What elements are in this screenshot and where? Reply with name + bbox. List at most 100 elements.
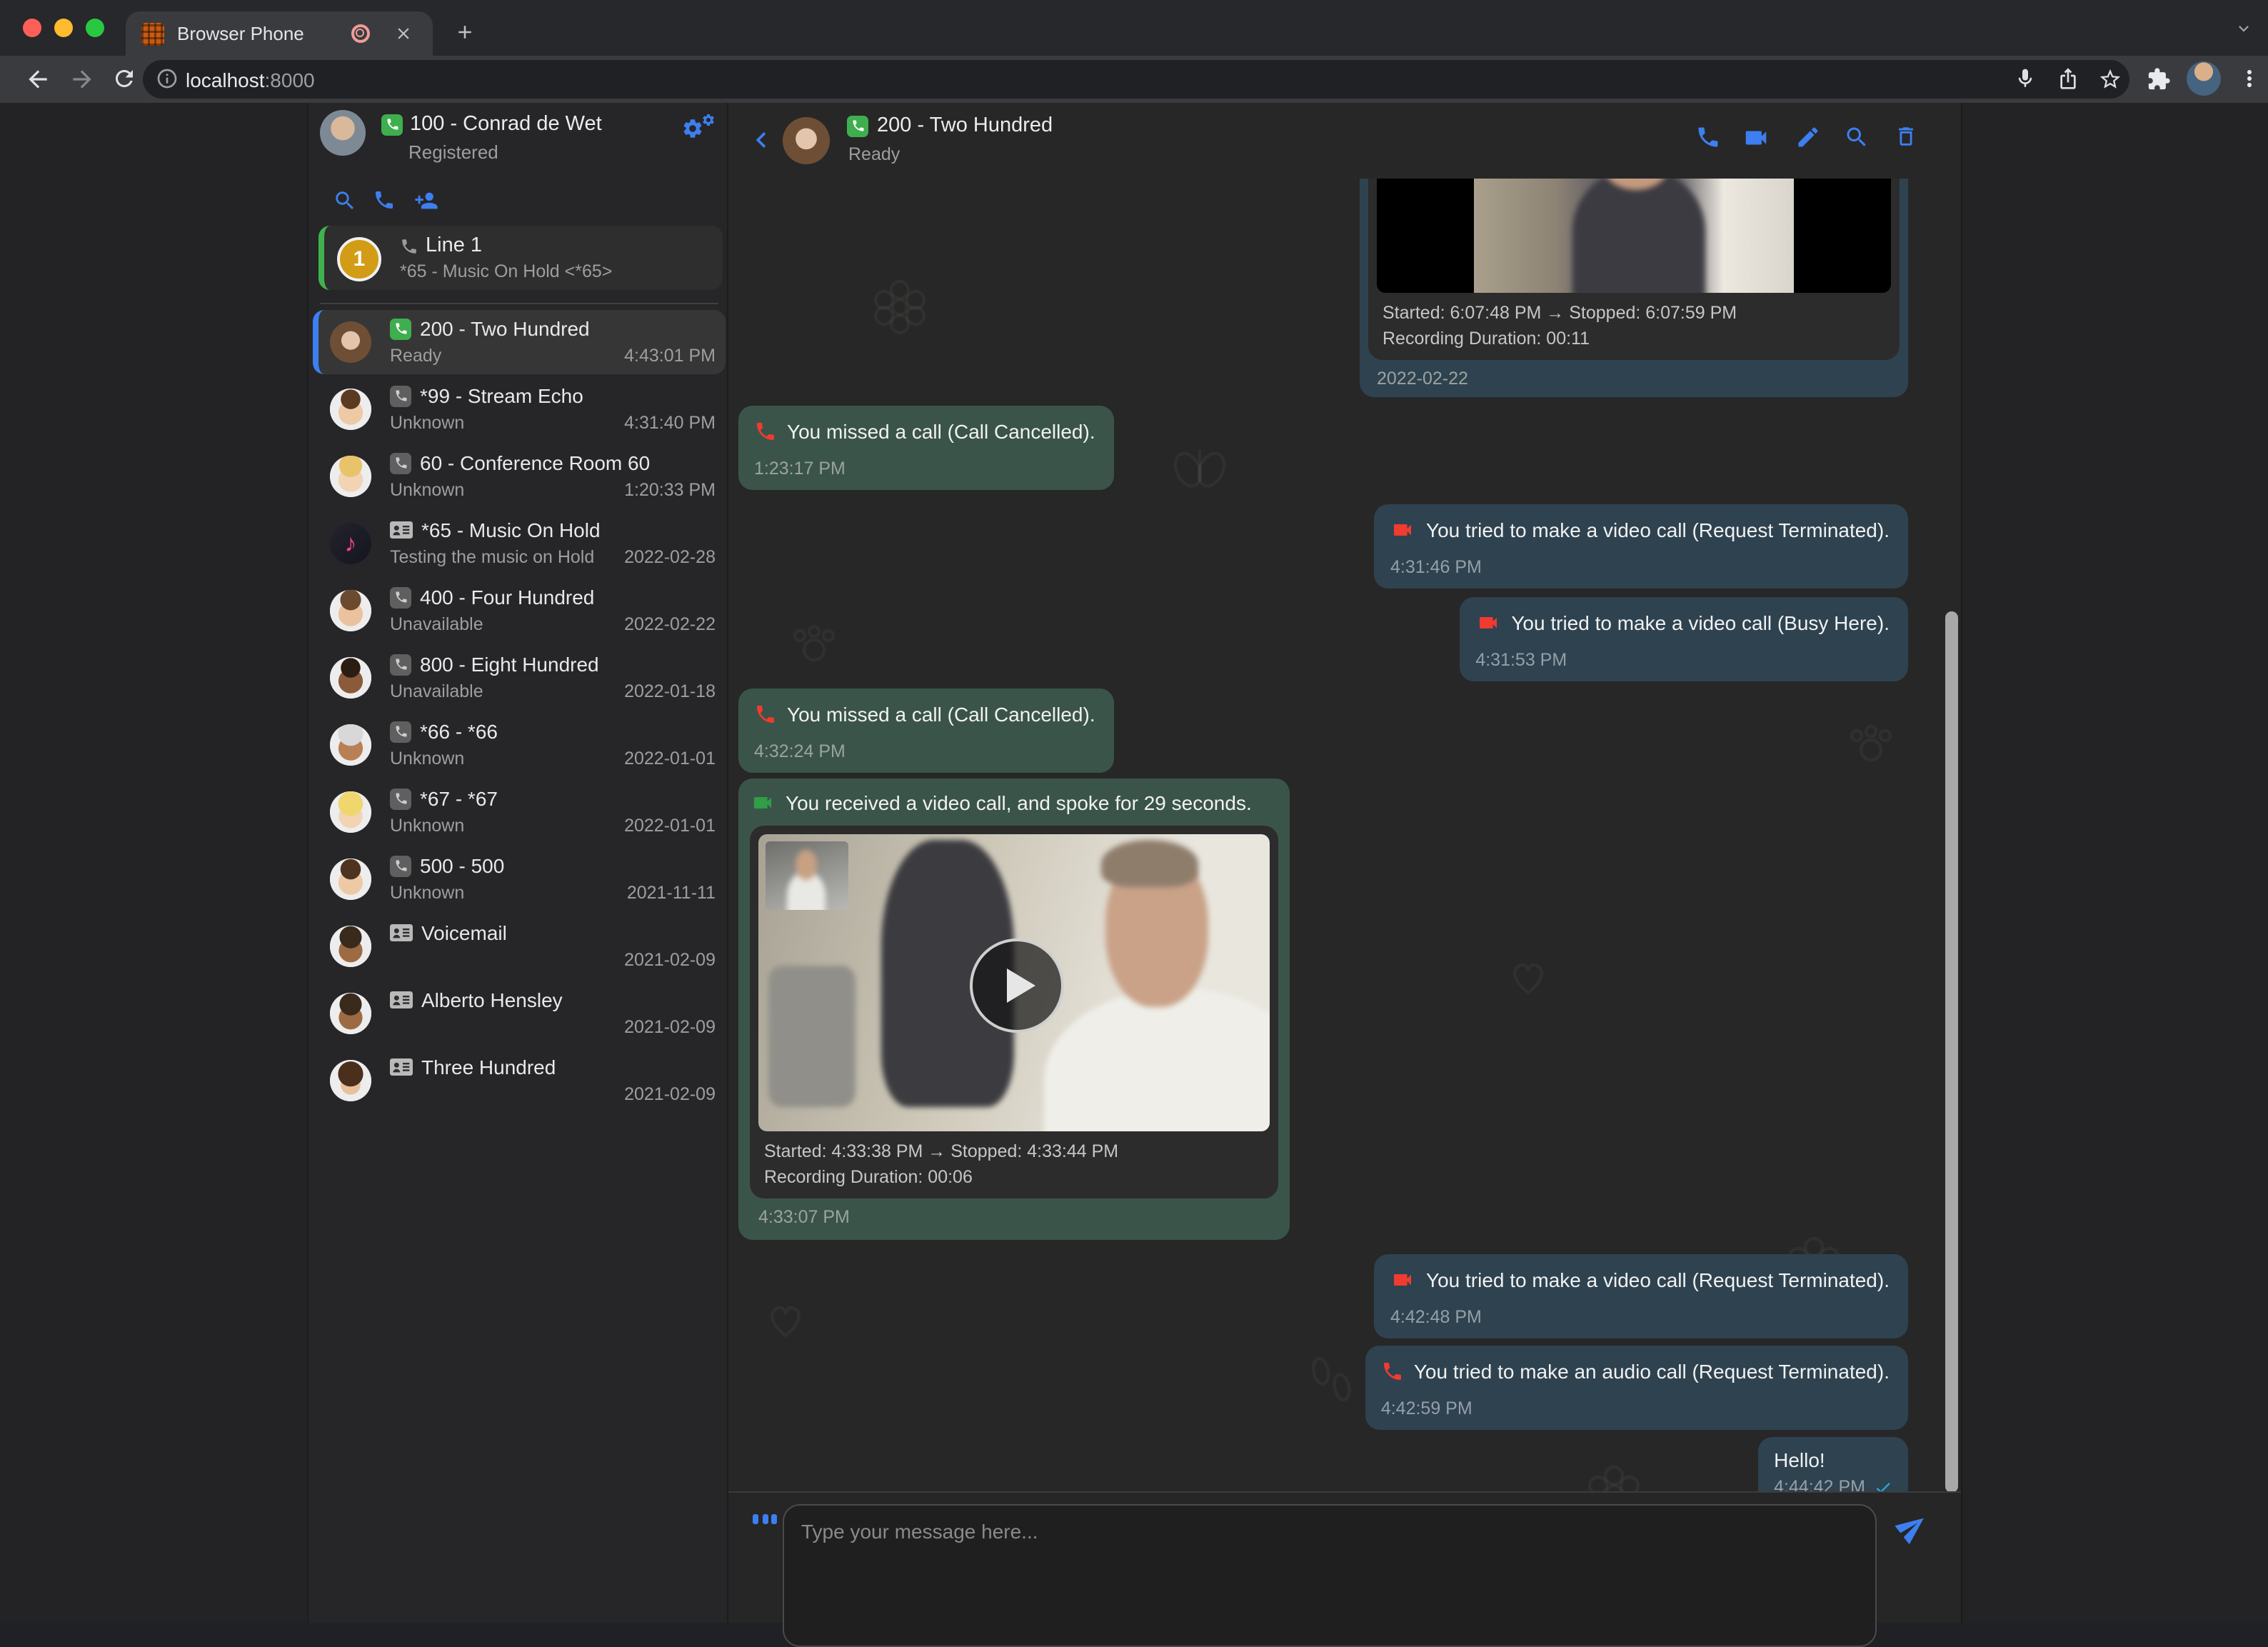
- search-icon[interactable]: [333, 189, 357, 213]
- back-icon[interactable]: [24, 66, 51, 93]
- forward-icon[interactable]: [69, 66, 96, 93]
- close-window-button[interactable]: [23, 19, 41, 37]
- contact-name: 60 - Conference Room 60: [420, 451, 650, 474]
- phone-badge-icon: [390, 452, 411, 474]
- contact-name: *66 - *66: [420, 720, 498, 743]
- contact-status: Ready: [390, 346, 441, 366]
- settings-gear-icon[interactable]: [681, 117, 713, 146]
- star-icon[interactable]: [2098, 67, 2122, 91]
- message-input[interactable]: [783, 1504, 1877, 1647]
- line-1-item[interactable]: 1 Line 1 *65 - Music On Hold <*65>: [318, 226, 723, 290]
- contact-item-three-hundred[interactable]: Three Hundred 2021-02-09: [308, 1048, 730, 1116]
- video-thumbnail[interactable]: [1377, 179, 1891, 293]
- avatar: [330, 456, 371, 497]
- contact-item-400[interactable]: 400 - Four Hundred Unavailable 2022-02-2…: [308, 579, 730, 646]
- phone-badge-icon: [847, 115, 868, 136]
- address-bar[interactable]: localhost:8000: [143, 60, 2129, 99]
- message-text: You tried to make a video call (Request …: [1426, 519, 1890, 541]
- contact-time: 2021-02-09: [624, 1017, 716, 1037]
- contact-item-star66[interactable]: *66 - *66 Unknown 2022-01-01: [308, 713, 730, 780]
- browser-tab[interactable]: Browser Phone: [126, 11, 433, 56]
- trash-icon[interactable]: [1894, 124, 1918, 149]
- mic-icon[interactable]: [2014, 67, 2037, 90]
- message-time: 4:42:48 PM: [1390, 1307, 1890, 1327]
- contact-name: Alberto Hensley: [421, 988, 563, 1011]
- video-call-icon[interactable]: [1741, 124, 1771, 151]
- ellipsis-icon[interactable]: [753, 1514, 777, 1524]
- video-red-icon: [1390, 1268, 1416, 1291]
- message-video-attempt: You tried to make a video call (Request …: [738, 504, 1908, 589]
- contact-name: *67 - *67: [420, 787, 498, 810]
- chevron-left-icon[interactable]: [746, 124, 777, 156]
- contact-status: Testing the music on Hold: [390, 547, 594, 567]
- person-add-icon[interactable]: [413, 189, 440, 213]
- video-red-icon: [1475, 611, 1501, 634]
- contact-card-icon: [390, 1058, 413, 1076]
- video-thumbnail[interactable]: [758, 834, 1270, 1131]
- browser-profile-avatar[interactable]: [2187, 61, 2221, 96]
- contact-item-500[interactable]: 500 - 500 Unknown 2021-11-11: [308, 847, 730, 914]
- contact-name: 400 - Four Hundred: [420, 586, 594, 609]
- info-icon[interactable]: [156, 67, 179, 90]
- play-button[interactable]: [970, 938, 1064, 1033]
- phone-icon: [400, 236, 418, 255]
- music-note-icon: ♪: [330, 523, 371, 564]
- chat-title: 200 - Two Hundred: [877, 114, 1053, 137]
- tab-title: Browser Phone: [177, 23, 304, 44]
- pencil-icon[interactable]: [1795, 124, 1821, 150]
- minimize-window-button[interactable]: [54, 19, 73, 37]
- dial-phone-icon[interactable]: [373, 189, 396, 211]
- contact-item-60[interactable]: 60 - Conference Room 60 Unknown 1:20:33 …: [308, 444, 730, 511]
- message-missed-call: You missed a call (Call Cancelled). 1:23…: [738, 406, 1908, 490]
- close-tab-icon[interactable]: [394, 24, 413, 43]
- contact-status: Unknown: [390, 749, 464, 769]
- contact-name: Three Hundred: [421, 1056, 556, 1078]
- browser-menu-icon[interactable]: [2237, 66, 2262, 91]
- send-icon[interactable]: [1890, 1505, 1935, 1549]
- contact-status: Unknown: [390, 480, 464, 500]
- message-text: You tried to make a video call (Request …: [1426, 1268, 1890, 1291]
- reload-icon[interactable]: [111, 66, 137, 91]
- contact-item-star67[interactable]: *67 - *67 Unknown 2022-01-01: [308, 780, 730, 847]
- contact-item-alberto[interactable]: Alberto Hensley 2021-02-09: [308, 981, 730, 1048]
- contact-item-voicemail[interactable]: Voicemail 2021-02-09: [308, 914, 730, 981]
- avatar: [330, 724, 371, 766]
- chat-message-area[interactable]: Started: 6:07:48 PM → Stopped: 6:07:59 P…: [728, 179, 1961, 1493]
- new-tab-icon[interactable]: [454, 21, 476, 43]
- contact-name: Voicemail: [421, 921, 507, 944]
- contact-time: 1:20:33 PM: [624, 480, 716, 500]
- contact-time: 2022-02-22: [624, 614, 716, 634]
- audio-call-icon[interactable]: [1695, 124, 1721, 150]
- avatar: [330, 791, 371, 833]
- message-input-bar: [728, 1491, 1961, 1623]
- contact-time: 4:31:40 PM: [624, 413, 716, 433]
- avatar: [330, 1060, 371, 1101]
- search-icon[interactable]: [1844, 124, 1870, 150]
- share-icon[interactable]: [2057, 67, 2079, 90]
- message-video-attempt: You tried to make a video call (Busy Her…: [738, 597, 1908, 681]
- contact-status: Unavailable: [390, 681, 483, 701]
- contact-item-99[interactable]: *99 - Stream Echo Unknown 4:31:40 PM: [308, 377, 730, 444]
- phone-badge-icon: [390, 385, 411, 406]
- chevron-down-icon[interactable]: [2234, 19, 2254, 39]
- registered-phone-icon: [381, 114, 403, 135]
- contact-name: *99 - Stream Echo: [420, 384, 583, 407]
- extensions-icon[interactable]: [2147, 67, 2171, 91]
- contact-time: 2022-01-18: [624, 681, 716, 701]
- contact-item-200[interactable]: 200 - Two Hundred Ready 4:43:01 PM: [308, 310, 730, 377]
- chat-scrollbar[interactable]: [1945, 611, 1958, 1493]
- url-text[interactable]: localhost:8000: [186, 69, 315, 91]
- video-recording-card: Started: 6:07:48 PM → Stopped: 6:07:59 P…: [1368, 179, 1900, 360]
- message-time: 4:31:53 PM: [1475, 650, 1890, 670]
- zoom-window-button[interactable]: [86, 19, 104, 37]
- avatar[interactable]: [320, 110, 366, 156]
- phone-badge-icon: [390, 586, 411, 608]
- sidebar: 100 - Conrad de Wet Registered: [307, 103, 728, 1623]
- contact-time: 2021-02-09: [624, 950, 716, 970]
- contact-status: Unknown: [390, 816, 464, 836]
- message-received-video-call: You received a video call, and spoke for…: [738, 779, 1908, 1240]
- message-time: 2022-02-22: [1377, 369, 1894, 389]
- phone-badge-icon: [390, 855, 411, 876]
- contact-item-800[interactable]: 800 - Eight Hundred Unavailable 2022-01-…: [308, 646, 730, 713]
- contact-item-65[interactable]: ♪ *65 - Music On Hold Testing the music …: [308, 511, 730, 579]
